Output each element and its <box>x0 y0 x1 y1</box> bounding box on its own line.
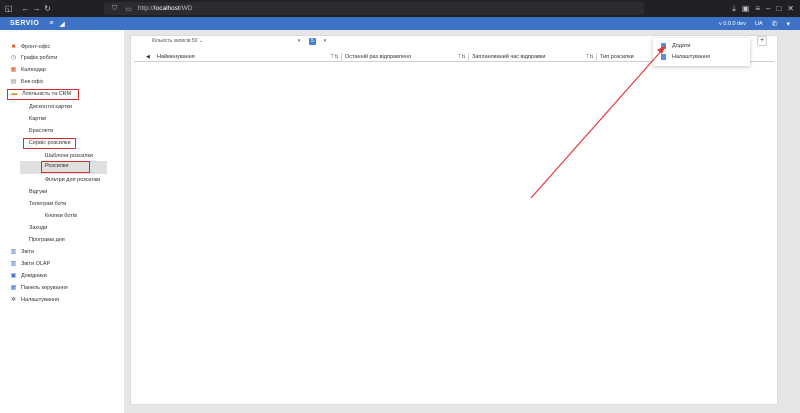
sidebar-item-back-office[interactable]: ▤ Бек-офіс <box>10 77 44 87</box>
sidebar-item-bot-buttons[interactable]: Кнопки ботів <box>45 211 77 221</box>
back-office-icon: ▤ <box>10 79 17 85</box>
contrast-icon[interactable]: ◐ <box>296 38 303 45</box>
dropdown-item-add[interactable]: Додати <box>661 41 690 51</box>
forward-icon[interactable]: → <box>31 0 42 17</box>
logo: SERVIO <box>10 20 40 27</box>
sidebar-item-reports-olap[interactable]: ▥ Звіти OLAP <box>10 259 51 269</box>
sidebar-item-bracelets[interactable]: Браслети <box>29 126 53 136</box>
sidebar-item-telegram-bots[interactable]: Телеграм боти <box>29 199 66 209</box>
main-panel <box>130 35 778 405</box>
menu-icon[interactable]: ≡ <box>755 0 760 17</box>
user-dropdown-icon[interactable]: ▾ <box>786 20 790 28</box>
collapse-left-icon[interactable]: ◀ <box>146 52 150 62</box>
column-header-scheduled-time[interactable]: Запланований час відправки <box>472 52 545 62</box>
sidebar-item-schedule[interactable]: ◷ Графік роботи <box>10 53 57 63</box>
add-dropdown-menu: Додати Налаштування <box>653 38 750 66</box>
sidebar-item-calendar[interactable]: ▦ Календар <box>10 65 46 75</box>
clock-icon: ◷ <box>10 55 17 61</box>
column-header-name[interactable]: Найменування <box>157 52 195 62</box>
olap-icon: ▥ <box>10 261 17 267</box>
sidebar-item-control-panel[interactable]: ▦ Панель керування <box>10 283 68 293</box>
browser-toolbar: ◱ ← → ↻ ⛉ ▭ http://localhost/WD ⤓ ▣ ≡ – … <box>0 0 800 17</box>
loyalty-icon: ▬ <box>11 91 18 97</box>
sidebar-item-mailings[interactable]: Розсилки <box>41 161 90 173</box>
sidebar-item-reviews[interactable]: Відгуки <box>29 187 47 197</box>
phone-icon[interactable]: ✆ <box>772 20 778 28</box>
download-icon[interactable]: ⤓ <box>732 0 736 17</box>
back-icon[interactable]: ← <box>20 0 31 17</box>
document-icon <box>661 42 666 49</box>
extension-icon[interactable]: ▣ <box>742 0 750 17</box>
sidebar-item-mailing-service[interactable]: Сервіс розсилки <box>23 138 76 149</box>
sidebar-item-directories[interactable]: ▣ Довідники <box>10 271 47 281</box>
sidebar-item-cards[interactable]: Картки <box>29 114 46 124</box>
sidebar-item-settings[interactable]: ✲ Налаштування <box>10 295 59 305</box>
maximize-icon[interactable]: □ <box>776 0 781 17</box>
sidebar-item-day-program[interactable]: Програма дня <box>29 235 65 245</box>
count-badge[interactable]: 5 <box>309 38 316 45</box>
calendar-icon: ▦ <box>10 67 17 73</box>
add-button[interactable]: + <box>757 36 767 46</box>
sidebar-item-loyalty-crm[interactable]: ▬ Лояльність та CRM <box>7 89 79 100</box>
dropdown-item-settings[interactable]: Налаштування <box>661 52 710 62</box>
sidebar-item-front-office[interactable]: ■ Фронт-офіс <box>10 42 51 52</box>
version-label: v 0.0.0 dev <box>719 20 746 27</box>
settings-icon: ✲ <box>10 297 17 303</box>
reload-icon[interactable]: ↻ <box>42 0 53 17</box>
directory-icon: ▣ <box>10 273 17 279</box>
sidebar-item-discount-cards[interactable]: Дисконтні картки <box>29 102 72 112</box>
shield-icon: ⛉ <box>112 4 118 12</box>
sidebar-item-mailing-filters[interactable]: Фільтри для розсилки <box>45 175 100 185</box>
control-panel-icon: ▦ <box>10 285 17 291</box>
tab-icon[interactable]: ◱ <box>3 0 14 17</box>
theme-icon[interactable]: ◐ <box>322 38 329 45</box>
filter-sort-icon[interactable]: ⊤⇅ <box>585 52 594 62</box>
address-bar[interactable]: ⛉ ▭ http://localhost/WD <box>104 2 644 15</box>
chevron-down-icon: ⌄ <box>198 38 204 44</box>
app-header: SERVIO ≡ ◢ v 0.0.0 dev UA ✆ ▾ <box>0 17 800 30</box>
chart-icon[interactable]: ◢ <box>59 20 64 28</box>
records-count-selector[interactable]: Кількість записів 50 ⌄ <box>152 38 203 44</box>
page-icon: ▭ <box>125 5 132 13</box>
menu-toggle-icon[interactable]: ≡ <box>49 20 53 27</box>
front-office-icon: ■ <box>11 44 16 50</box>
sidebar <box>0 30 124 413</box>
filter-sort-icon[interactable]: ⊤⇅ <box>457 52 466 62</box>
filter-sort-icon[interactable]: ⊤⇅ <box>330 52 339 62</box>
sidebar-item-reports[interactable]: ▥ Звіти <box>10 247 34 257</box>
document-icon <box>661 53 666 60</box>
column-header-mailing-type[interactable]: Тип розсилки <box>600 52 634 62</box>
minimize-icon[interactable]: – <box>766 0 770 17</box>
sidebar-item-events[interactable]: Заходи <box>29 223 47 233</box>
column-header-last-sent[interactable]: Останній раз відправлено <box>345 52 411 62</box>
language-selector[interactable]: UA <box>755 21 763 27</box>
url-text: http://localhost/WD <box>137 5 193 12</box>
reports-icon: ▥ <box>10 249 17 255</box>
sidebar-item-mailing-templates[interactable]: Шаблони розсилки <box>45 151 93 161</box>
close-icon[interactable]: ✕ <box>787 0 794 17</box>
